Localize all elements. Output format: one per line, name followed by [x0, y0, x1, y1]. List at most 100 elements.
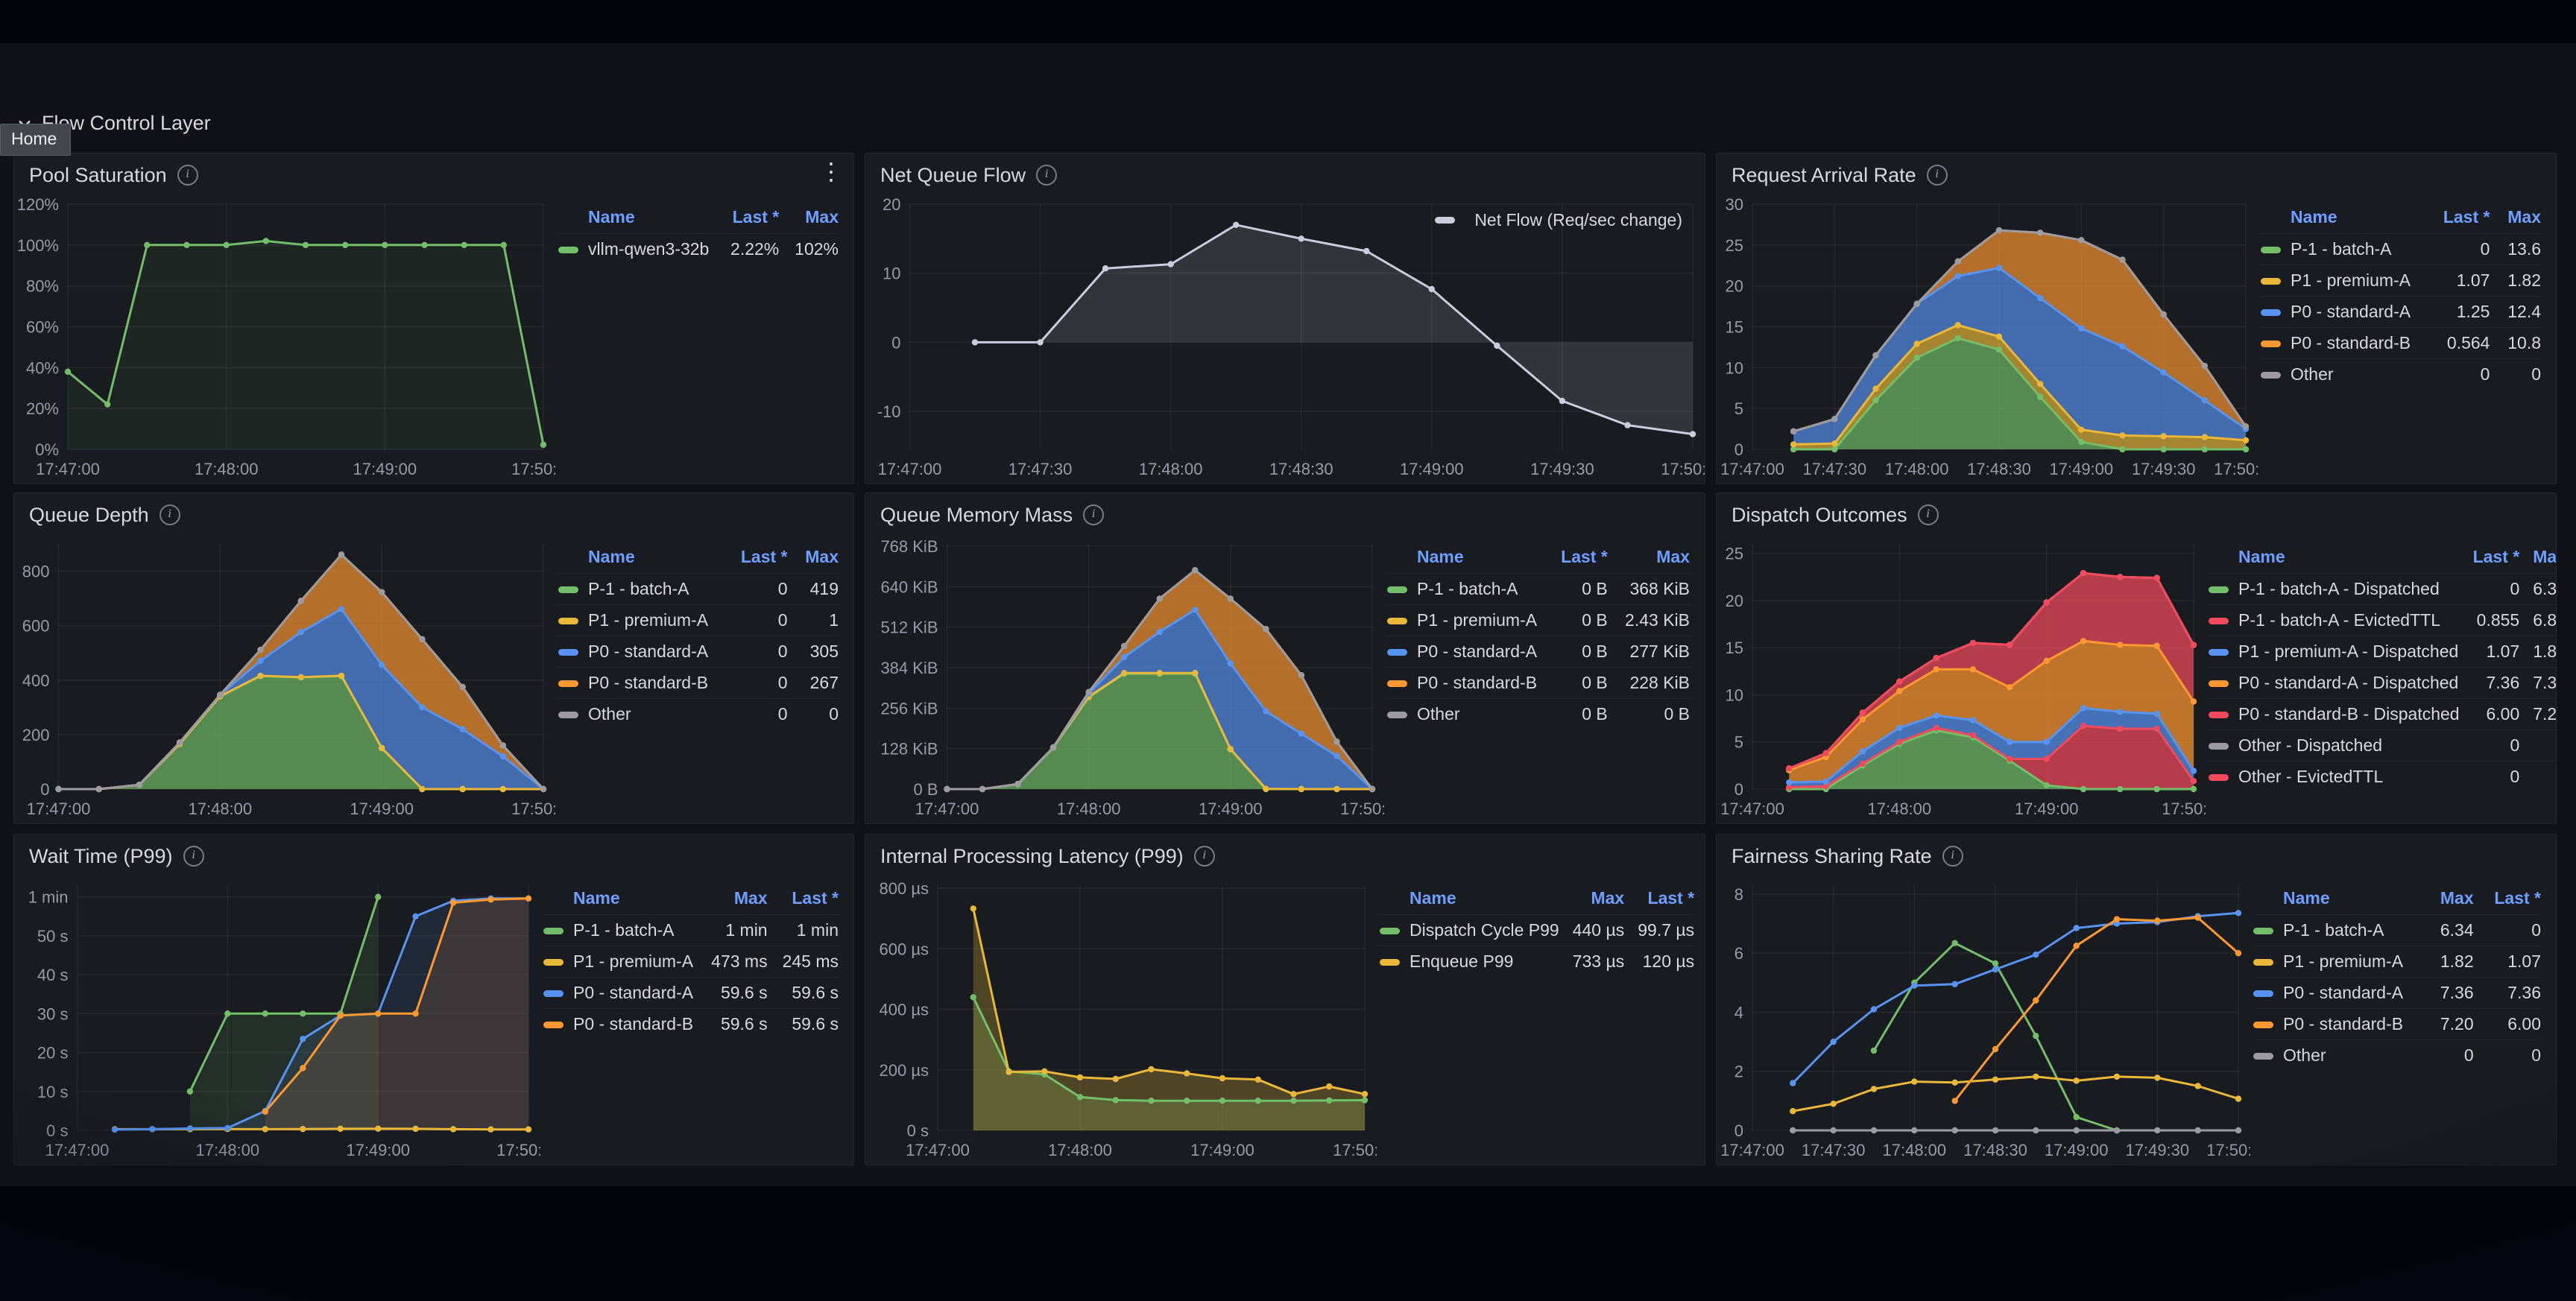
legend-series-name[interactable]: Enqueue P99: [1380, 946, 1559, 978]
legend-value: 0: [2474, 1040, 2541, 1071]
chart-dispatch-outcomes[interactable]: 17:47:0017:48:0017:49:0017:50:0005101520…: [1717, 532, 2206, 823]
chart-queue-memory-mass[interactable]: 17:47:0017:48:0017:49:0017:50:000 B128 K…: [865, 532, 1384, 823]
legend-series-name[interactable]: Other - Dispatched: [2209, 730, 2460, 762]
panel-title[interactable]: Queue Depth: [29, 504, 149, 527]
legend-column-header[interactable]: Last *: [715, 203, 779, 234]
legend-series-name[interactable]: P0 - standard-A: [543, 978, 696, 1009]
legend-series-name[interactable]: P0 - standard-A: [2253, 978, 2421, 1009]
legend-column-header[interactable]: Last *: [722, 542, 787, 574]
legend-series-name[interactable]: P1 - premium-A - Dispatched: [2209, 636, 2460, 668]
legend-series-name[interactable]: P0 - standard-B: [543, 1009, 696, 1040]
legend-series-name[interactable]: P0 - standard-A: [1387, 636, 1544, 668]
legend-column-header[interactable]: Name: [558, 203, 715, 234]
legend-series-name[interactable]: P-1 - batch-A - EvictedTTL: [2209, 605, 2460, 636]
legend-series-name[interactable]: Other: [558, 699, 722, 730]
legend-series-name[interactable]: P0 - standard-B - Dispatched: [2209, 699, 2460, 730]
legend-series-name[interactable]: P-1 - batch-A: [1387, 574, 1544, 605]
panel-header[interactable]: Wait Time (P99) i: [14, 835, 853, 873]
info-icon[interactable]: i: [1083, 504, 1104, 525]
chart-internal-processing-latency[interactable]: 17:47:0017:48:0017:49:0017:50:000 s200 µ…: [865, 873, 1377, 1165]
legend-series-name[interactable]: P0 - standard-B: [2261, 328, 2424, 359]
info-icon[interactable]: i: [1942, 846, 1963, 867]
info-icon[interactable]: i: [1194, 846, 1215, 867]
info-icon[interactable]: i: [160, 504, 180, 525]
chart-wait-time-p99[interactable]: 17:47:0017:48:0017:49:0017:50:000 s10 s2…: [14, 873, 540, 1165]
info-icon[interactable]: i: [1927, 165, 1948, 186]
info-icon[interactable]: i: [177, 165, 198, 186]
legend-series-name[interactable]: P1 - premium-A: [2261, 265, 2424, 297]
panel-title[interactable]: Fairness Sharing Rate: [1731, 845, 1932, 868]
legend-series-name[interactable]: P1 - premium-A: [543, 946, 696, 978]
legend-column-header[interactable]: Name: [543, 884, 696, 915]
chart-request-arrival-rate[interactable]: 17:47:0017:47:3017:48:0017:48:3017:49:00…: [1717, 192, 2258, 484]
panel-header[interactable]: Request Arrival Rate i: [1717, 153, 2556, 192]
legend-row: P1 - premium-A0 B2.43 KiB: [1387, 605, 1690, 636]
panel-title[interactable]: Internal Processing Latency (P99): [880, 845, 1184, 868]
legend-series-name[interactable]: P1 - premium-A: [1387, 605, 1544, 636]
legend-series-name[interactable]: vllm-qwen3-32b: [558, 234, 715, 265]
legend-series-name[interactable]: P0 - standard-B: [1387, 668, 1544, 699]
legend-column-header[interactable]: Max: [1608, 542, 1690, 574]
legend-column-header[interactable]: Name: [2261, 203, 2424, 234]
legend-column-header[interactable]: Name: [1387, 542, 1544, 574]
info-icon[interactable]: i: [183, 846, 204, 867]
panel-header[interactable]: Dispatch Outcomes i: [1717, 493, 2556, 532]
panel-header[interactable]: Queue Memory Mass i: [865, 493, 1705, 532]
legend-column-header[interactable]: Max: [2490, 203, 2541, 234]
legend-series-name[interactable]: Other: [1387, 699, 1544, 730]
panel-header[interactable]: Internal Processing Latency (P99) i: [865, 835, 1705, 873]
legend-series-name[interactable]: Other: [2261, 359, 2424, 390]
legend-series-name[interactable]: P0 - standard-A: [2261, 297, 2424, 328]
legend-series-name[interactable]: P-1 - batch-A: [2261, 234, 2424, 265]
net-flow-legend[interactable]: Net Flow (Req/sec change): [1435, 210, 1682, 230]
legend-column-header[interactable]: Name: [2253, 884, 2421, 915]
legend-series-name[interactable]: P-1 - batch-A: [2253, 915, 2421, 946]
legend-series-name[interactable]: P1 - premium-A: [2253, 946, 2421, 978]
legend-column-header[interactable]: Last *: [2424, 203, 2490, 234]
info-icon[interactable]: i: [1036, 165, 1057, 186]
legend-column-header[interactable]: Last *: [2460, 542, 2520, 574]
legend-series-name[interactable]: Other: [2253, 1040, 2421, 1071]
legend-series-name[interactable]: P-1 - batch-A - Dispatched: [2209, 574, 2460, 605]
chart-fairness-sharing-rate[interactable]: 17:47:0017:47:3017:48:0017:48:3017:49:00…: [1717, 873, 2250, 1165]
legend-column-header[interactable]: Name: [2209, 542, 2460, 574]
legend-series-name[interactable]: P0 - standard-B: [558, 668, 722, 699]
panel-title[interactable]: Request Arrival Rate: [1731, 164, 1916, 187]
legend-column-header[interactable]: Max: [2519, 542, 2556, 574]
legend-column-header[interactable]: Last *: [768, 884, 839, 915]
panel-title[interactable]: Pool Saturation: [29, 164, 167, 187]
legend-column-header[interactable]: Max: [788, 542, 839, 574]
legend-series-name[interactable]: P1 - premium-A: [558, 605, 722, 636]
legend-series-name[interactable]: P-1 - batch-A: [558, 574, 722, 605]
legend-column-header[interactable]: Last *: [2474, 884, 2541, 915]
legend-column-header[interactable]: Max: [2421, 884, 2473, 915]
panel-header[interactable]: Queue Depth i: [14, 493, 853, 532]
home-breadcrumb[interactable]: Home: [0, 124, 71, 156]
chart-pool-saturation[interactable]: 17:47:0017:48:0017:49:0017:50:000%20%40%…: [14, 192, 555, 484]
legend-column-header[interactable]: Last *: [1624, 884, 1694, 915]
info-icon[interactable]: i: [1918, 504, 1939, 525]
legend-series-name[interactable]: P0 - standard-A - Dispatched: [2209, 668, 2460, 699]
chart-queue-depth[interactable]: 17:47:0017:48:0017:49:0017:50:0002004006…: [14, 532, 555, 823]
legend-column-header[interactable]: Name: [558, 542, 722, 574]
panel-title[interactable]: Dispatch Outcomes: [1731, 504, 1907, 527]
legend-column-header[interactable]: Name: [1380, 884, 1559, 915]
panel-menu-icon[interactable]: ⋮: [819, 159, 843, 183]
legend-value: 0.855: [2460, 605, 2520, 636]
panel-title[interactable]: Queue Memory Mass: [880, 504, 1073, 527]
legend-series-name[interactable]: Other - EvictedTTL: [2209, 762, 2460, 793]
panel-title[interactable]: Net Queue Flow: [880, 164, 1026, 187]
panel-title[interactable]: Wait Time (P99): [29, 845, 173, 868]
legend-series-name[interactable]: P-1 - batch-A: [543, 915, 696, 946]
legend-series-name[interactable]: P0 - standard-B: [2253, 1009, 2421, 1040]
chart-net-queue-flow[interactable]: 17:47:0017:47:3017:48:0017:48:3017:49:00…: [865, 192, 1705, 484]
panel-header[interactable]: Fairness Sharing Rate i: [1717, 835, 2556, 873]
panel-header[interactable]: Pool Saturation i ⋮: [14, 153, 853, 192]
panel-header[interactable]: Net Queue Flow i: [865, 153, 1705, 192]
legend-column-header[interactable]: Max: [1559, 884, 1625, 915]
legend-column-header[interactable]: Last *: [1544, 542, 1608, 574]
legend-series-name[interactable]: P0 - standard-A: [558, 636, 722, 668]
legend-column-header[interactable]: Max: [696, 884, 767, 915]
legend-column-header[interactable]: Max: [779, 203, 839, 234]
legend-series-name[interactable]: Dispatch Cycle P99: [1380, 915, 1559, 946]
